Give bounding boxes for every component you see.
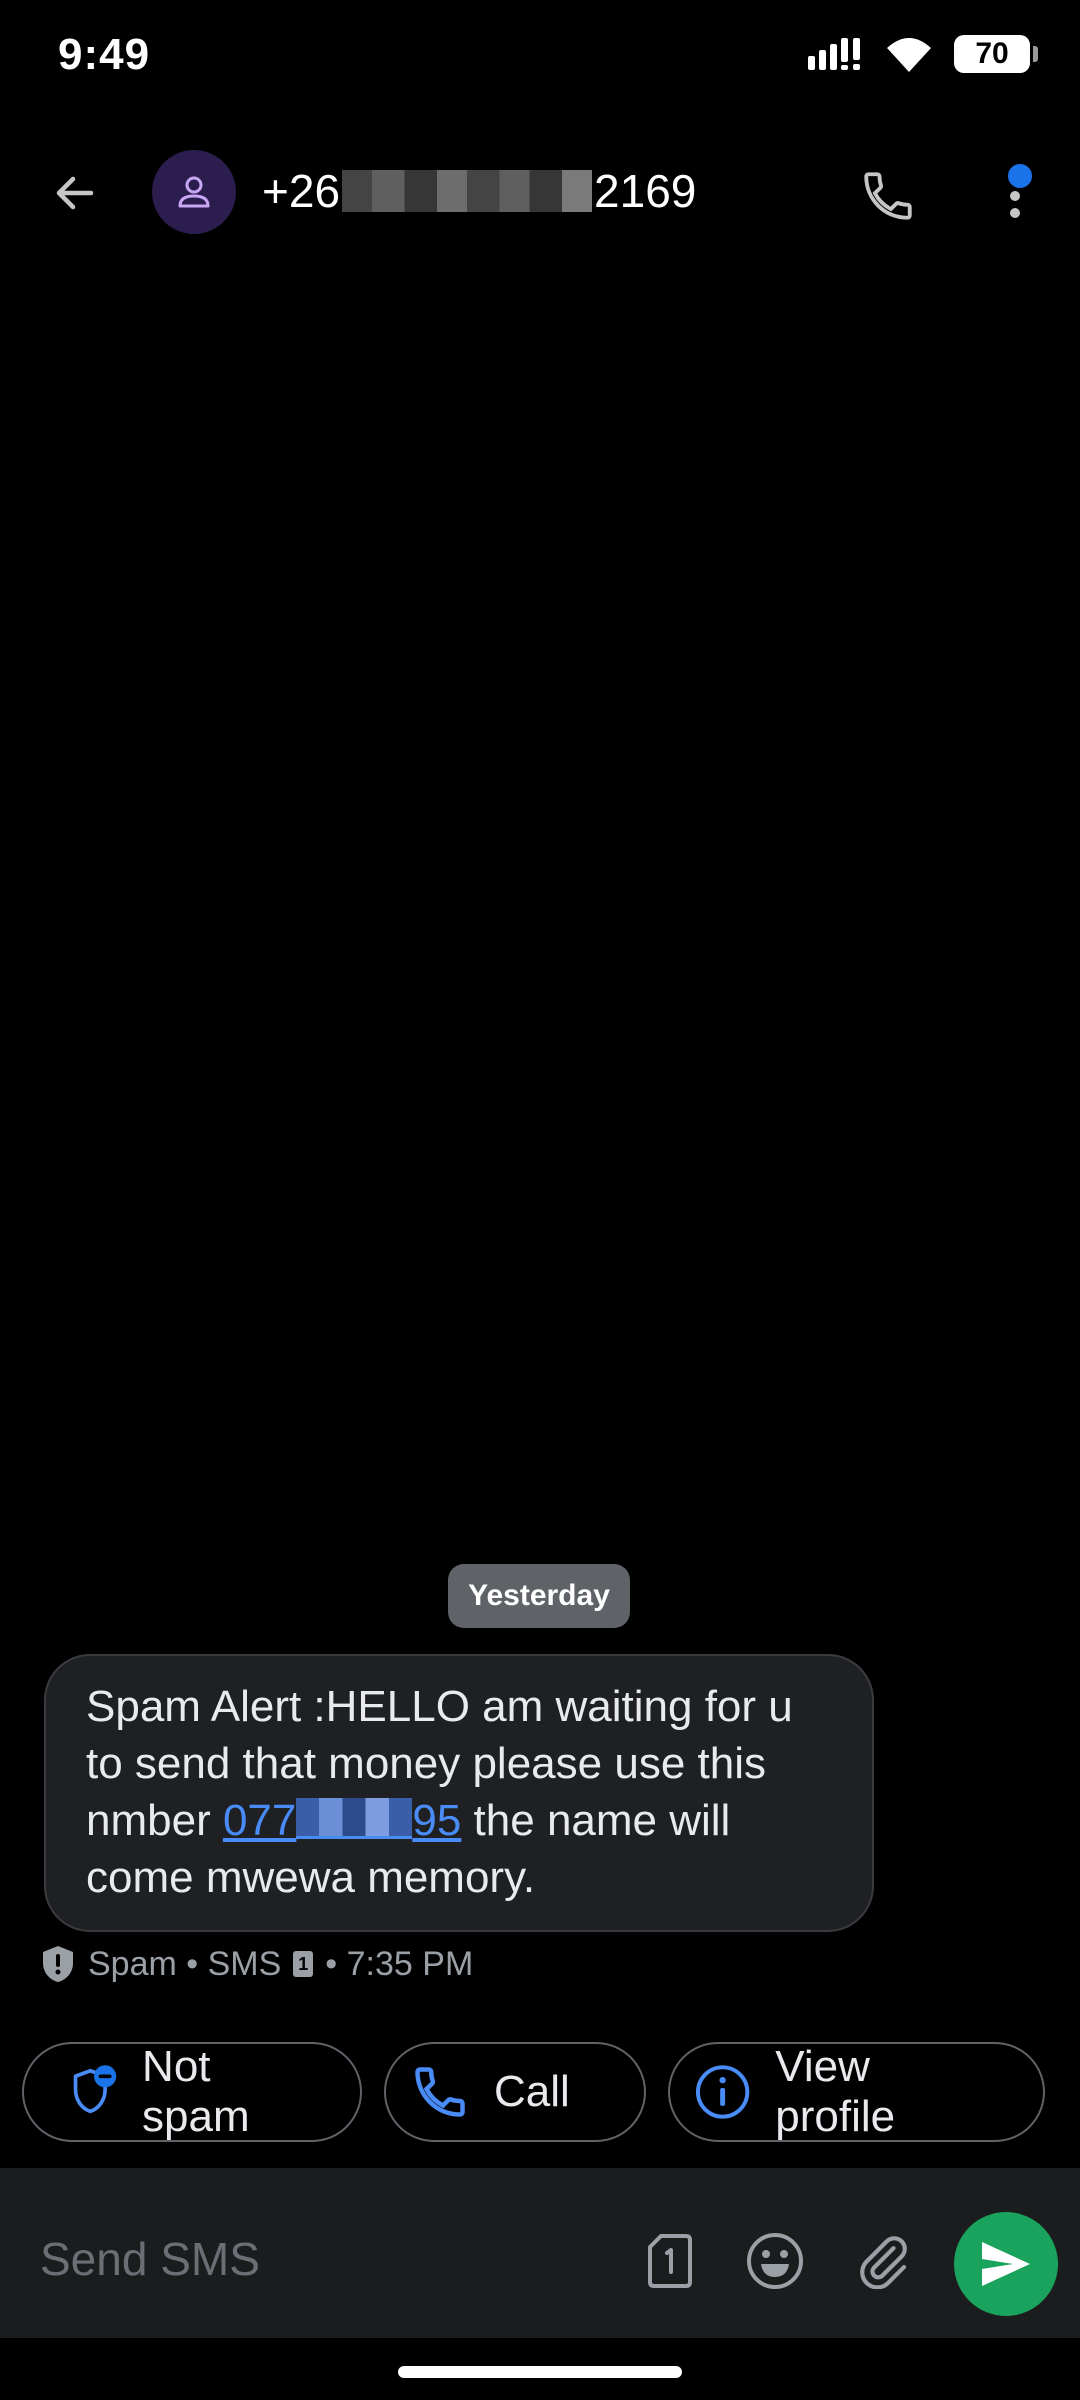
wifi-icon (887, 38, 931, 72)
send-icon (982, 2242, 1030, 2286)
contact-avatar[interactable] (152, 150, 236, 234)
view-profile-label: View profile (775, 2042, 896, 2141)
emoji-button[interactable] (740, 2226, 810, 2296)
notification-dot (1008, 164, 1032, 188)
link-suffix: 95 (412, 1796, 462, 1845)
contact-number-suffix: 2169 (594, 165, 697, 217)
more-options-button[interactable] (990, 158, 1040, 234)
battery-indicator: 70 (954, 35, 1038, 73)
person-icon (178, 176, 210, 208)
message-meta-label: Spam • SMS (88, 1944, 282, 1983)
status-time: 9:49 (58, 30, 151, 79)
attachment-icon (860, 2236, 907, 2289)
phone-icon (864, 172, 912, 220)
message-meta: Spam • SMS 1 • 7:35 PM (40, 1944, 473, 1984)
call-button[interactable]: Call (384, 2042, 646, 2142)
status-icons: 70 (806, 34, 1038, 74)
date-chip: Yesterday (448, 1564, 630, 1628)
call-header-button[interactable] (850, 158, 926, 234)
call-label: Call (494, 2067, 570, 2116)
sim-select-button[interactable] (635, 2226, 705, 2296)
shield-remove-icon (73, 2065, 117, 2114)
send-button[interactable] (954, 2212, 1058, 2316)
not-spam-button[interactable]: Not spam (22, 2042, 362, 2142)
spam-shield-icon (43, 1946, 73, 1982)
contact-number[interactable]: +26 2169 (262, 164, 696, 218)
redacted-digits (342, 170, 593, 212)
not-spam-label: Not spam (142, 2042, 250, 2141)
home-indicator[interactable] (398, 2366, 682, 2378)
emoji-icon (747, 2233, 803, 2289)
message-input[interactable]: Send SMS (40, 2232, 260, 2286)
contact-number-prefix: +26 (262, 165, 341, 217)
info-icon (695, 2065, 750, 2119)
arrow-back-icon (56, 176, 94, 210)
battery-level: 70 (975, 37, 1009, 70)
sim-icon: 1 (293, 1951, 314, 1977)
message-bubble[interactable]: Spam Alert :HELLO am waiting for u to se… (44, 1654, 874, 1932)
back-button[interactable] (40, 158, 110, 228)
sim-card-icon (648, 2234, 692, 2288)
redacted-link-digits (296, 1798, 413, 1839)
signal-icon (808, 38, 860, 70)
message-time: • 7:35 PM (325, 1944, 474, 1983)
attach-button[interactable] (848, 2226, 918, 2296)
message-phone-link[interactable]: 077 95 (223, 1796, 461, 1845)
view-profile-button[interactable]: View profile (668, 2042, 1045, 2142)
link-prefix: 077 (222, 1796, 297, 1845)
phone-icon (415, 2067, 465, 2117)
